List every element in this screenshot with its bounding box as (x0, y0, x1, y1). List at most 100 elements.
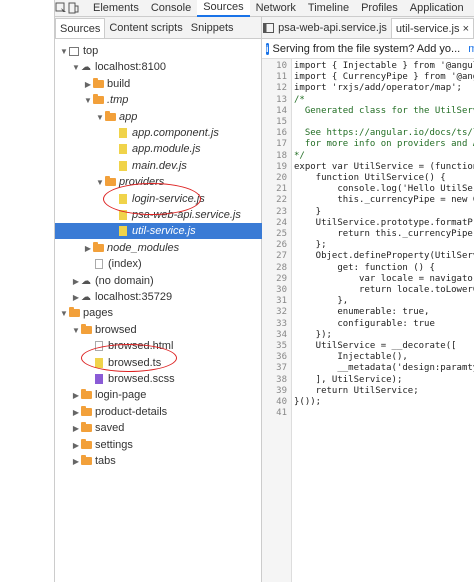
chevron-right-icon[interactable]: ▶ (83, 77, 93, 93)
tab-content-scripts[interactable]: Content scripts (105, 18, 186, 38)
chevron-down-icon[interactable]: ▼ (83, 93, 93, 109)
code-line: configurable: true (294, 318, 435, 329)
chevron-right-icon[interactable]: ▶ (83, 241, 93, 257)
tree-item-label: pages (83, 307, 113, 320)
cloud-icon: ☁ (81, 275, 91, 287)
tab-application[interactable]: Application (404, 0, 470, 17)
tab-console[interactable]: Console (145, 0, 197, 17)
editor-tabs: psa-web-api.service.js util-service.js × (262, 17, 474, 39)
folder-icon (69, 307, 80, 318)
folder-icon (81, 405, 92, 416)
code-line: Object.defineProperty(UtilServ (294, 251, 474, 262)
code-line: Injectable(), (294, 352, 408, 363)
device-toggle-icon[interactable] (67, 0, 79, 17)
chevron-right-icon[interactable]: ▶ (71, 405, 81, 421)
code-line: var locale = navigator (294, 273, 474, 284)
tree-item[interactable]: ▶ ☁ (no domain) (55, 273, 262, 289)
code-line: return locale.toLowerC (294, 285, 474, 295)
tree-item-label: app (119, 110, 138, 123)
devtools-toolbar: Elements Console Sources Network Timelin… (55, 0, 474, 17)
tree-item[interactable]: ▼ app (55, 109, 262, 125)
tree-item[interactable]: ▶ ☁ localhost:35729 (55, 289, 262, 305)
tree-item[interactable]: browsed.scss (55, 371, 262, 387)
page-file-icon (95, 259, 103, 270)
folder-icon (93, 77, 104, 88)
folder-icon (93, 94, 104, 105)
line-number: 34 (276, 329, 287, 340)
navigator-tabs: Sources Content scripts Snippets (55, 17, 261, 39)
tree-item[interactable]: ▶ tabs (55, 453, 262, 469)
chevron-down-icon[interactable]: ▼ (95, 175, 105, 191)
tree-item[interactable]: ▶ build (55, 76, 262, 92)
code-editor[interactable]: 10 11 12 13 14 15 16 17 18 19 20 21 22 23 24 25 26 27 28 29… (262, 59, 474, 582)
tab-security[interactable]: S (470, 0, 474, 17)
tree-item-label: browsed (95, 323, 137, 336)
chevron-right-icon[interactable]: ▶ (71, 438, 81, 454)
folder-icon (93, 241, 104, 252)
chevron-down-icon[interactable]: ▼ (59, 306, 69, 322)
tree-item[interactable]: ▶ product-details (55, 404, 262, 420)
tree-item[interactable]: util-service.js (55, 223, 262, 240)
tab-util-service[interactable]: util-service.js × (390, 18, 474, 38)
code-line: get: function () { (294, 262, 435, 273)
tree-item-label: build (107, 77, 131, 90)
tab-network[interactable]: Network (250, 0, 302, 17)
chevron-right-icon[interactable]: ▶ (71, 290, 81, 306)
chevron-right-icon[interactable]: ▶ (71, 274, 81, 290)
line-number: 39 (276, 385, 287, 396)
line-number: 26 (276, 240, 287, 251)
tab-snippets[interactable]: Snippets (187, 18, 238, 38)
line-number: 18 (276, 150, 287, 161)
tree-item[interactable]: main.dev.js (55, 158, 262, 174)
tree-item[interactable]: ▼ top (55, 43, 262, 59)
folder-icon (81, 389, 92, 400)
tab-navigator-sources[interactable]: Sources (55, 18, 106, 38)
tree-item[interactable]: ▼ .tmp (55, 92, 262, 108)
tree-item[interactable]: ▼☁ localhost:8100 (55, 59, 262, 75)
tab-profiles[interactable]: Profiles (355, 0, 404, 17)
tab-sources[interactable]: Sources (197, 0, 250, 17)
chevron-down-icon[interactable]: ▼ (95, 110, 105, 126)
chevron-down-icon[interactable]: ▼ (71, 323, 81, 339)
tree-item[interactable]: app.component.js (55, 125, 262, 141)
chevron-right-icon[interactable]: ▶ (71, 454, 81, 470)
tree-item[interactable]: ▶ saved (55, 420, 262, 436)
inspect-icon[interactable] (55, 0, 67, 17)
code-line: /* (294, 94, 305, 105)
code-line: UtilService = __decorate([ (294, 341, 457, 351)
code-line: }; (294, 240, 327, 251)
line-number: 11 (276, 72, 287, 83)
tab-timeline[interactable]: Timeline (302, 0, 355, 17)
tree-item[interactable]: ▼ browsed (55, 322, 262, 338)
more-link[interactable]: more (468, 43, 474, 55)
tree-item[interactable]: ▶ settings (55, 437, 262, 453)
toggle-navigator-icon[interactable] (262, 18, 274, 38)
info-bar: i Serving from the file system? Add yo..… (262, 39, 474, 59)
tree-item-label: .tmp (107, 94, 129, 107)
style-file-icon (95, 374, 103, 385)
tree-item[interactable]: ▶ node_modules (55, 240, 262, 256)
tree-item-label: localhost:8100 (95, 61, 166, 74)
chevron-down-icon[interactable]: ▼ (71, 60, 81, 76)
code-line: ], UtilService); (294, 374, 403, 385)
tab-psa-web-api-service[interactable]: psa-web-api.service.js (274, 18, 391, 38)
tree-item[interactable]: ▶ login-page (55, 387, 262, 403)
line-number: 27 (276, 251, 287, 262)
tree-item-label: saved (95, 422, 125, 435)
tree-item[interactable]: app.module.js (55, 141, 262, 157)
chevron-right-icon[interactable]: ▶ (71, 388, 81, 404)
chevron-right-icon[interactable]: ▶ (71, 421, 81, 437)
chevron-down-icon[interactable]: ▼ (59, 44, 69, 60)
js-file-icon (119, 160, 127, 171)
tree-item[interactable]: (index) (55, 256, 262, 272)
cloud-icon: ☁ (81, 62, 91, 74)
js-file-icon (119, 226, 127, 237)
close-icon[interactable]: × (463, 23, 469, 35)
folder-icon (105, 110, 116, 121)
tab-label: util-service.js (395, 23, 460, 35)
tree-item[interactable]: ▼ pages (55, 305, 262, 321)
code-line: import { CurrencyPipe } from '@ang (294, 72, 474, 83)
tab-elements[interactable]: Elements (87, 0, 145, 17)
navigator-panel: Sources Content scripts Snippets ▼ top ▼☁ l… (55, 17, 262, 582)
line-number: 41 (276, 408, 287, 419)
